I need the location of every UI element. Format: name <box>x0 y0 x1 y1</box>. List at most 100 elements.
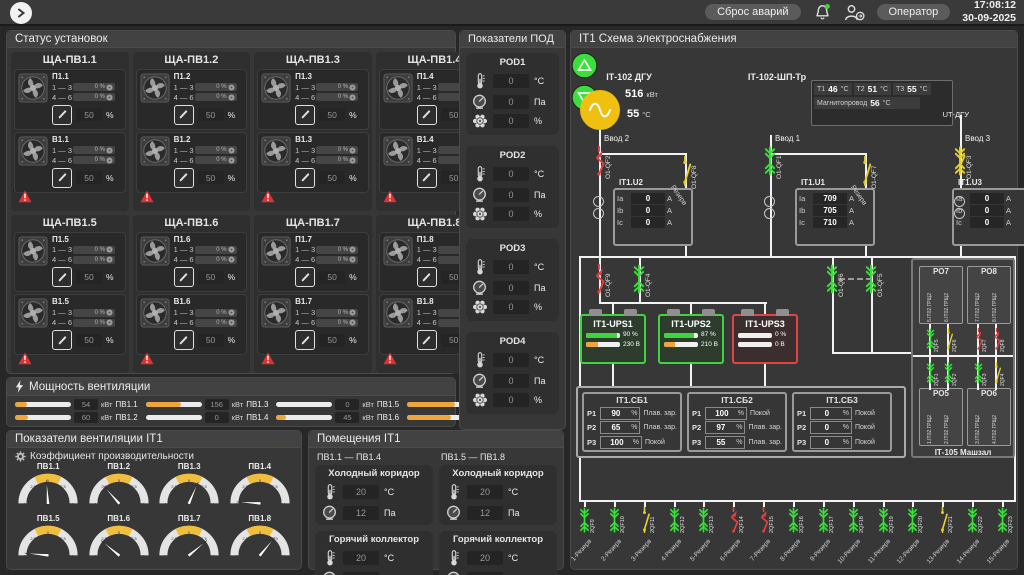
damper-setpoint: 50 <box>319 334 345 347</box>
ups-ІТ1-UPS1[interactable]: ІТ1-UPS1 90 % 230 В <box>580 314 646 364</box>
damper-button[interactable] <box>295 267 315 287</box>
gauge-label: ПВ1.2 <box>84 462 155 471</box>
breaker-label: О1-QF3 <box>967 145 974 179</box>
meter-row: Ic0А <box>956 217 1024 228</box>
fan-group-bar: 0 % <box>73 246 115 254</box>
damper-button[interactable] <box>174 105 194 125</box>
breaker-2QF22[interactable] <box>967 507 978 533</box>
operator-button[interactable]: Оператор <box>877 4 951 20</box>
breaker-2QF12[interactable] <box>669 507 680 533</box>
thermometer-icon <box>474 72 486 90</box>
damper-button[interactable] <box>295 105 315 125</box>
warning-icon <box>383 352 397 365</box>
breaker-2QF11[interactable] <box>639 507 650 533</box>
meter-phase: Ic <box>799 218 811 227</box>
transformer-temp: Т2 51 °С <box>854 83 892 95</box>
reset-alarms-button[interactable]: Сброс аварий <box>705 4 800 20</box>
unit-alarm-icon <box>383 190 397 208</box>
fan-group-bar: 0 % <box>316 319 358 327</box>
alarm-bell-button[interactable] <box>813 3 832 21</box>
damper-button[interactable] <box>52 330 72 350</box>
fan-block-supply-fan: П1.61 — 30 %4 — 60 %50% <box>136 232 248 293</box>
fan-icon-wrap <box>383 298 413 351</box>
ups-ІТ1-UPS3[interactable]: ІТ1-UPS3 0 % 0 В <box>732 314 798 364</box>
fan-group-label: 4 — 6 <box>174 156 192 165</box>
damper-button[interactable] <box>417 267 437 287</box>
unit-card[interactable]: ЩА-ПВ1.7 П1.71 — 30 %4 — 60 %50% В1.71 —… <box>254 215 372 374</box>
wire <box>612 362 614 386</box>
damper-button[interactable] <box>295 168 315 188</box>
fan-group-bar: 0 % <box>316 83 358 91</box>
damper-button[interactable] <box>174 330 194 350</box>
ups-ІТ1-UPS2[interactable]: ІТ1-UPS2 87 % 210 В <box>658 314 724 364</box>
fan-group-row: 1 — 30 % <box>295 308 365 317</box>
breaker-2QF18[interactable] <box>848 507 859 533</box>
damper-unit: % <box>106 272 114 282</box>
panel-title: ІТ1 Схема электроснабжения <box>571 31 1017 48</box>
fan-label: П1.6 <box>174 236 244 245</box>
fan-label: В1.6 <box>174 298 244 307</box>
damper-unit: % <box>106 173 114 183</box>
breaker-О1-QF3[interactable] <box>954 146 966 176</box>
damper-button[interactable] <box>417 330 437 350</box>
fan-group-bar: 0 % <box>195 146 237 154</box>
unit-card[interactable]: ЩА-ПВ1.5 П1.51 — 30 %4 — 60 %50% В1.51 —… <box>11 215 129 374</box>
pod-temp-unit: °С <box>534 262 544 272</box>
fan-mini-icon <box>106 84 113 91</box>
breaker-О1-QF2[interactable] <box>593 146 605 176</box>
unit-card[interactable]: ЩА-ПВ1.2 П1.21 — 30 %4 — 60 %50% В1.21 —… <box>133 52 251 211</box>
sidebar-expand-button[interactable] <box>10 2 32 24</box>
fan-group-label: 1 — 3 <box>52 83 70 92</box>
breaker-О1-QF8[interactable] <box>679 156 691 186</box>
breaker-2QF19[interactable] <box>878 507 889 533</box>
damper-button[interactable] <box>417 105 437 125</box>
feeder-label: 3.ІТ02.ГРЩ2 <box>976 400 981 444</box>
breaker-О1-QF7[interactable] <box>859 156 871 186</box>
damper-button[interactable] <box>174 168 194 188</box>
breaker-2QF23[interactable] <box>997 507 1008 533</box>
power-item: 60кВтПВ1.2 <box>15 412 138 423</box>
breaker-2QF20[interactable] <box>907 507 918 533</box>
power-value: 60 <box>74 412 98 423</box>
breaker-2QF16[interactable] <box>788 507 799 533</box>
user-session-button[interactable] <box>844 4 865 21</box>
panel-unit-status: Статус установок ЩА-ПВ1.1 П1.11 — 30 %4 … <box>6 30 456 374</box>
damper-button[interactable] <box>417 168 437 188</box>
damper-button[interactable] <box>52 105 72 125</box>
breaker-О1-QF9[interactable] <box>593 264 605 294</box>
breaker-2QF21[interactable] <box>937 507 948 533</box>
breaker-2QF13[interactable] <box>698 507 709 533</box>
breaker-О1-QF5[interactable] <box>865 264 877 294</box>
fan-icon-wrap <box>140 136 170 189</box>
battery-ІТ1.СБ2: ІТ1.СБ2 Р1100%Покой Р297%Плав. зар. Р355… <box>687 392 787 452</box>
svg-text:7.5: 7.5 <box>201 484 207 489</box>
breaker-2QF17[interactable] <box>818 507 829 533</box>
damper-unit: % <box>349 335 357 345</box>
battery-row: Р1100%Покой <box>692 407 782 420</box>
damper-button[interactable] <box>52 168 72 188</box>
damper-button[interactable] <box>52 267 72 287</box>
power-label: ПВ1.3 <box>246 400 268 409</box>
unit-card[interactable]: ЩА-ПВ1.6 П1.61 — 30 %4 — 60 %50% В1.61 —… <box>133 215 251 374</box>
battery-row: Р20%Покой <box>797 421 887 434</box>
breaker-О1-QF6[interactable] <box>826 264 838 294</box>
room-group-label: ПВ1.5 — ПВ1.8 <box>439 450 557 465</box>
damper-unit: % <box>228 173 236 183</box>
unit-card[interactable]: ЩА-ПВ1.1 П1.11 — 30 %4 — 60 %50% В1.11 —… <box>11 52 129 211</box>
breaker-О1-QF4[interactable] <box>633 264 645 294</box>
breaker-2QF14[interactable] <box>728 507 739 533</box>
breaker-label: 2QF21 <box>949 505 955 533</box>
unit-card[interactable]: ЩА-ПВ1.3 П1.31 — 30 %4 — 60 %50% В1.31 —… <box>254 52 372 211</box>
unit-alarm-icon <box>18 190 32 208</box>
svg-text:7.5: 7.5 <box>201 536 207 541</box>
power-bar <box>276 415 332 420</box>
breaker-2QF10[interactable] <box>609 507 620 533</box>
damper-button[interactable] <box>295 330 315 350</box>
damper-button[interactable] <box>174 267 194 287</box>
breaker-2QF9[interactable] <box>579 507 590 533</box>
breaker-О1-QF1[interactable] <box>764 146 776 176</box>
breaker-2QF15[interactable] <box>758 507 769 533</box>
fan-mini-icon <box>228 309 235 316</box>
fan-info: П1.61 — 30 %4 — 60 %50% <box>174 236 244 289</box>
damper-setpoint: 50 <box>76 334 102 347</box>
